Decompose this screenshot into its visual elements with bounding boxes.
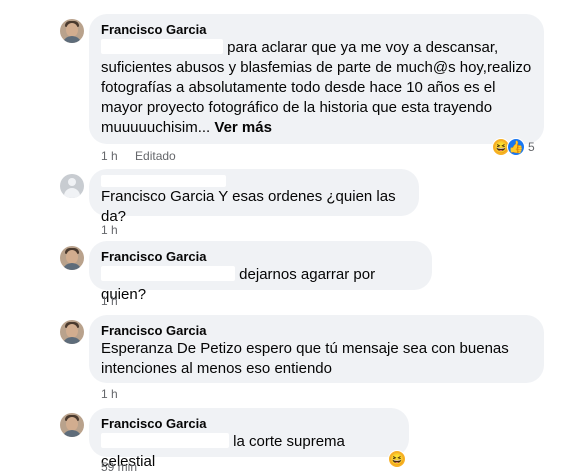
avatar[interactable] bbox=[60, 174, 84, 198]
avatar[interactable] bbox=[60, 413, 84, 437]
comment-meta: 1 h Editado bbox=[101, 149, 190, 163]
comment-time[interactable]: 1 h bbox=[101, 387, 118, 401]
redacted-name bbox=[101, 266, 235, 281]
comment-time[interactable]: 59 min bbox=[101, 460, 137, 474]
like-icon: 👍 bbox=[507, 138, 525, 156]
comment-time[interactable]: 1 h bbox=[101, 294, 118, 308]
comment-author[interactable]: Francisco Garcia bbox=[101, 249, 420, 265]
comment-meta: 1 h bbox=[101, 294, 132, 308]
edited-label: Editado bbox=[135, 149, 176, 163]
comment-author[interactable]: Francisco Garcia bbox=[101, 416, 397, 432]
comment-bubble: Francisco Garcia Esperanza De Petizo esp… bbox=[89, 315, 544, 383]
reaction-count: 5 bbox=[528, 140, 535, 154]
comment-author[interactable]: Francisco Garcia bbox=[101, 323, 532, 339]
see-more-link[interactable]: Ver más bbox=[214, 119, 272, 136]
avatar[interactable] bbox=[60, 19, 84, 43]
comment-text: Francisco Garcia Y esas ordenes ¿quien l… bbox=[101, 188, 396, 225]
comment-meta: 1 h bbox=[101, 223, 132, 237]
comment-time[interactable]: 1 h bbox=[101, 149, 118, 163]
redacted-name bbox=[101, 39, 223, 54]
reaction-summary[interactable]: 😆 bbox=[388, 449, 406, 469]
comment-text: Esperanza De Petizo espero que tú mensaj… bbox=[101, 340, 509, 377]
comment-bubble: Francisco Garcia para aclarar que ya me … bbox=[89, 14, 544, 144]
comment-bubble: Francisco Garcia Y esas ordenes ¿quien l… bbox=[89, 169, 419, 225]
avatar[interactable] bbox=[60, 246, 84, 270]
avatar[interactable] bbox=[60, 320, 84, 344]
comment-meta: 59 min bbox=[101, 460, 151, 474]
comment-time[interactable]: 1 h bbox=[101, 223, 118, 237]
comment-meta: 1 h bbox=[101, 387, 132, 401]
comment-text: dejarnos agarrar por quien? bbox=[101, 266, 376, 303]
reaction-summary[interactable]: 😆 👍 5 bbox=[492, 137, 535, 157]
redacted-name bbox=[101, 433, 229, 448]
haha-emoji-icon: 😆 bbox=[388, 450, 406, 468]
comment-text: para aclarar que ya me voy a descansar, … bbox=[101, 39, 532, 136]
redacted-name bbox=[101, 175, 226, 187]
comment-author[interactable]: Francisco Garcia bbox=[101, 22, 532, 38]
comment-bubble: Francisco Garcia dejarnos agarrar por qu… bbox=[89, 241, 432, 303]
comment-bubble: Francisco Garcia la corte suprema celest… bbox=[89, 408, 409, 470]
